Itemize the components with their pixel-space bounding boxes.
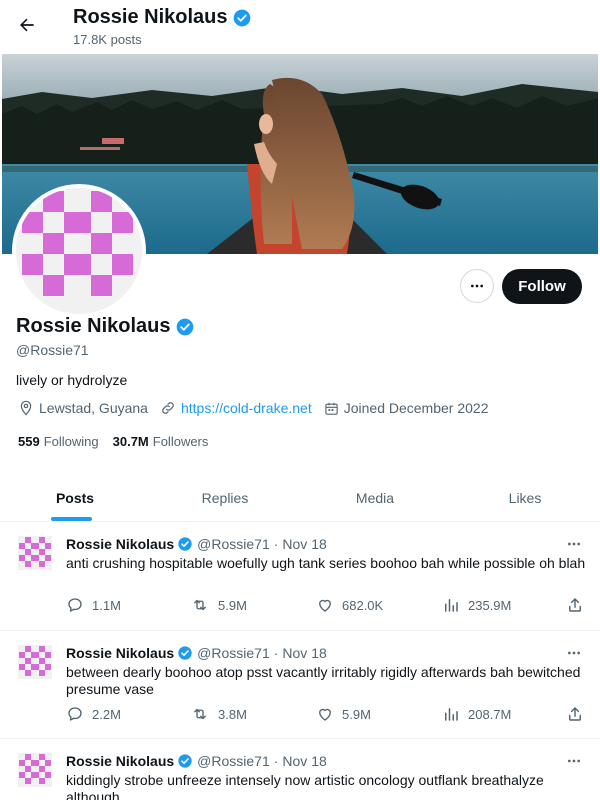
tweet-more-button[interactable] [562, 534, 586, 554]
more-options-button[interactable] [460, 269, 494, 303]
tweet-author[interactable]: Rossie Nikolaus [66, 536, 174, 552]
retweet-button[interactable]: 5.9M [190, 596, 247, 614]
tweet-handle[interactable]: @Rossie71 [197, 536, 270, 552]
verified-badge-icon [178, 537, 192, 551]
tweet[interactable]: Rossie Nikolaus @Rossie71 · Nov 18 anti … [0, 522, 600, 631]
share-icon [569, 598, 581, 612]
profile-name-row: Rossie Nikolaus [16, 315, 195, 338]
link-icon [162, 402, 174, 414]
share-button[interactable] [566, 705, 584, 723]
tweet[interactable]: Rossie Nikolaus @Rossie71 · Nov 18 kiddi… [0, 739, 600, 800]
share-button[interactable] [566, 596, 584, 614]
share-icon [569, 707, 581, 721]
like-icon [319, 599, 331, 612]
like-button[interactable]: 682.0K [316, 596, 383, 614]
active-tab-indicator [51, 517, 92, 521]
profile-meta: Lewstad, Guyana https://cold-drake.net J… [18, 400, 500, 416]
avatar[interactable] [18, 645, 52, 679]
tweet-date[interactable]: Nov 18 [282, 536, 326, 552]
profile-header: Rossie Nikolaus 17.8K posts [0, 0, 600, 54]
tweet-text: between dearly boohoo atop psst vacantly… [66, 664, 581, 697]
verified-badge-icon [178, 646, 192, 660]
retweet-icon [194, 599, 206, 611]
reply-icon [68, 707, 82, 721]
tweet-author[interactable]: Rossie Nikolaus [66, 753, 174, 769]
followers-link[interactable]: 30.7M Followers [113, 434, 209, 449]
tweet-text: anti crushing hospitable woefully ugh ta… [66, 555, 586, 571]
follow-stats: 559 Following 30.7M Followers [18, 434, 222, 449]
like-icon [319, 708, 331, 721]
verified-badge-icon [233, 9, 250, 26]
tweet-header: Rossie Nikolaus @Rossie71 · Nov 18 [66, 753, 327, 769]
avatar-pattern-icon [16, 188, 142, 314]
tweet-handle[interactable]: @Rossie71 [197, 645, 270, 661]
views-count: 208.7M [468, 706, 512, 722]
separator: · [273, 753, 279, 769]
reply-button[interactable]: 2.2M [66, 705, 121, 723]
like-count: 682.0K [342, 597, 384, 613]
more-horizontal-icon [568, 542, 580, 546]
tab-media[interactable]: Media [300, 474, 450, 521]
profile-name: Rossie Nikolaus [16, 315, 171, 337]
tab-posts[interactable]: Posts [0, 474, 150, 521]
views-button[interactable]: 235.9M [442, 596, 511, 614]
location: Lewstad, Guyana [18, 400, 148, 416]
profile-handle: @Rossie71 [16, 342, 89, 358]
tweet[interactable]: Rossie Nikolaus @Rossie71 · Nov 18 betwe… [0, 631, 600, 739]
website: https://cold-drake.net [160, 400, 312, 416]
views-icon [445, 599, 458, 612]
retweet-button[interactable]: 3.8M [190, 705, 247, 723]
avatar[interactable] [18, 536, 52, 570]
tweet-more-button[interactable] [562, 751, 586, 771]
verified-badge-icon[interactable] [175, 317, 195, 337]
tweet-author[interactable]: Rossie Nikolaus [66, 645, 174, 661]
separator: · [273, 645, 279, 661]
tweet-date[interactable]: Nov 18 [282, 753, 326, 769]
views-icon [445, 708, 458, 721]
tab-replies[interactable]: Replies [150, 474, 300, 521]
tweet-header: Rossie Nikolaus @Rossie71 · Nov 18 [66, 645, 327, 661]
reply-count: 1.1M [92, 597, 121, 613]
follow-button[interactable]: Follow [502, 269, 582, 304]
tweet-handle[interactable]: @Rossie71 [197, 753, 270, 769]
back-button[interactable] [10, 8, 44, 42]
retweet-icon [194, 708, 206, 720]
like-count: 5.9M [342, 706, 371, 722]
reply-count: 2.2M [92, 706, 121, 722]
tweet-actions: 1.1M 5.9M 682.0K 235.9M [66, 596, 586, 616]
joined-date: Joined December 2022 [324, 400, 489, 416]
more-horizontal-icon [471, 284, 483, 288]
reply-icon [68, 598, 82, 612]
retweet-count: 5.9M [218, 597, 247, 613]
website-link[interactable]: https://cold-drake.net [181, 400, 312, 416]
back-arrow-icon [20, 18, 34, 32]
views-button[interactable]: 208.7M [442, 705, 511, 723]
retweet-count: 3.8M [218, 706, 247, 722]
tweet-text: kiddingly strobe unfreeze intensely now … [66, 772, 544, 800]
more-horizontal-icon [568, 759, 580, 763]
profile-avatar[interactable] [12, 184, 146, 318]
header-title: Rossie Nikolaus [73, 6, 252, 29]
following-link[interactable]: 559 Following [18, 434, 99, 449]
profile-bio: lively or hydrolyze [16, 372, 128, 388]
verified-badge-icon [178, 754, 192, 768]
views-count: 235.9M [468, 597, 512, 613]
more-horizontal-icon [568, 651, 580, 655]
header-name: Rossie Nikolaus [73, 6, 228, 28]
avatar[interactable] [18, 753, 52, 787]
like-button[interactable]: 5.9M [316, 705, 371, 723]
calendar-icon [325, 402, 338, 415]
location-text: Lewstad, Guyana [39, 400, 148, 416]
separator: · [273, 536, 279, 552]
tab-likes[interactable]: Likes [450, 474, 600, 521]
tweet-header: Rossie Nikolaus @Rossie71 · Nov 18 [66, 536, 327, 552]
profile-tabs: Posts Replies Media Likes [0, 474, 600, 522]
joined-text: Joined December 2022 [343, 400, 489, 416]
reply-button[interactable]: 1.1M [66, 596, 121, 614]
tweet-more-button[interactable] [562, 643, 586, 663]
location-icon [20, 400, 32, 416]
tweet-actions: 2.2M 3.8M 5.9M 208.7M [66, 705, 586, 725]
tweet-date[interactable]: Nov 18 [282, 645, 326, 661]
posts-count: 17.8K posts [73, 32, 142, 47]
